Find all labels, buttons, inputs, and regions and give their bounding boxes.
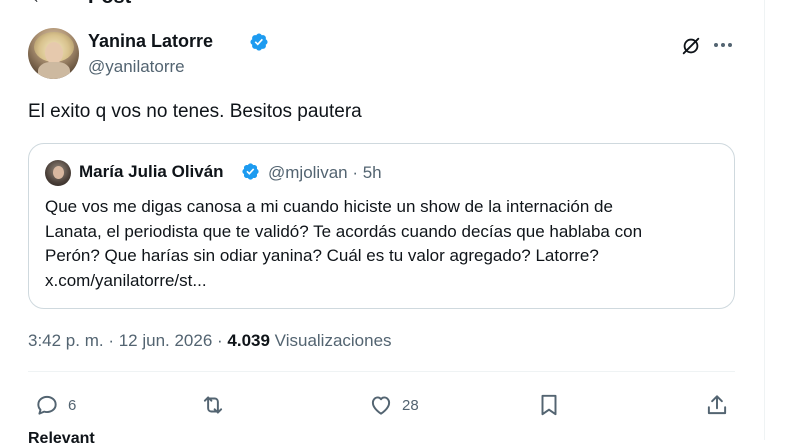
views-label: Visualizaciones [269,331,392,350]
author-display-name[interactable]: Yanina Latorre [88,31,213,52]
reply-count: 6 [68,396,77,414]
back-arrow-icon[interactable]: ← [0,0,50,9]
like-button[interactable]: 28 [368,388,419,422]
relevant-replies-heading: Relevant [28,430,95,447]
divider [28,371,735,372]
bookmark-button[interactable] [536,388,562,422]
quoted-text-line: Perón? Que harías sin odiar yanina? Cuál… [45,246,599,265]
views-count: 4.039 [227,331,270,350]
bookmark-icon [541,394,557,416]
page-title: Post [88,0,131,9]
author-row: Yanina Latorre @yanilatorre [28,28,748,80]
share-icon [707,395,727,415]
author-handle[interactable]: @yanilatorre [88,57,185,77]
share-button[interactable] [704,388,730,422]
post-time[interactable]: 3:42 p. m. · 12 jun. 2026 · [28,331,227,350]
quoted-display-name: María Julia Oliván [79,162,224,181]
quoted-text-line: Lanata, el periodista que te validó? Te … [45,221,643,241]
verified-badge-icon[interactable] [249,32,269,52]
action-bar: 6 28 [0,388,792,422]
top-bar: ← Post [0,0,131,8]
quoted-tweet-card[interactable]: María Julia Oliván @mjolivan · 5h Que vo… [28,143,735,309]
quoted-handle-time: @mjolivan · 5h [268,163,382,182]
heart-icon [371,396,391,415]
tweet-text: El exito q vos no tenes. Besitos pautera [28,101,362,122]
quoted-avatar [45,160,71,186]
quoted-text: Que vos me digas canosa a mi cuando hici… [45,195,725,293]
more-options-icon[interactable] [714,40,734,50]
reply-button[interactable]: 6 [34,388,76,422]
reply-icon [37,395,57,415]
repost-button[interactable] [200,388,226,422]
column-divider [764,0,765,440]
quoted-text-line: Que vos me digas canosa a mi cuando hici… [45,197,613,216]
avatar[interactable] [28,28,79,79]
repost-icon [203,396,223,414]
like-count: 28 [402,396,419,414]
timestamp-row: 3:42 p. m. · 12 jun. 2026 · 4.039 Visual… [28,331,392,351]
grok-icon[interactable] [680,35,702,57]
quoted-verified-badge-icon [242,163,259,180]
quoted-link[interactable]: x.com/yanilatorre/st... [45,269,725,294]
